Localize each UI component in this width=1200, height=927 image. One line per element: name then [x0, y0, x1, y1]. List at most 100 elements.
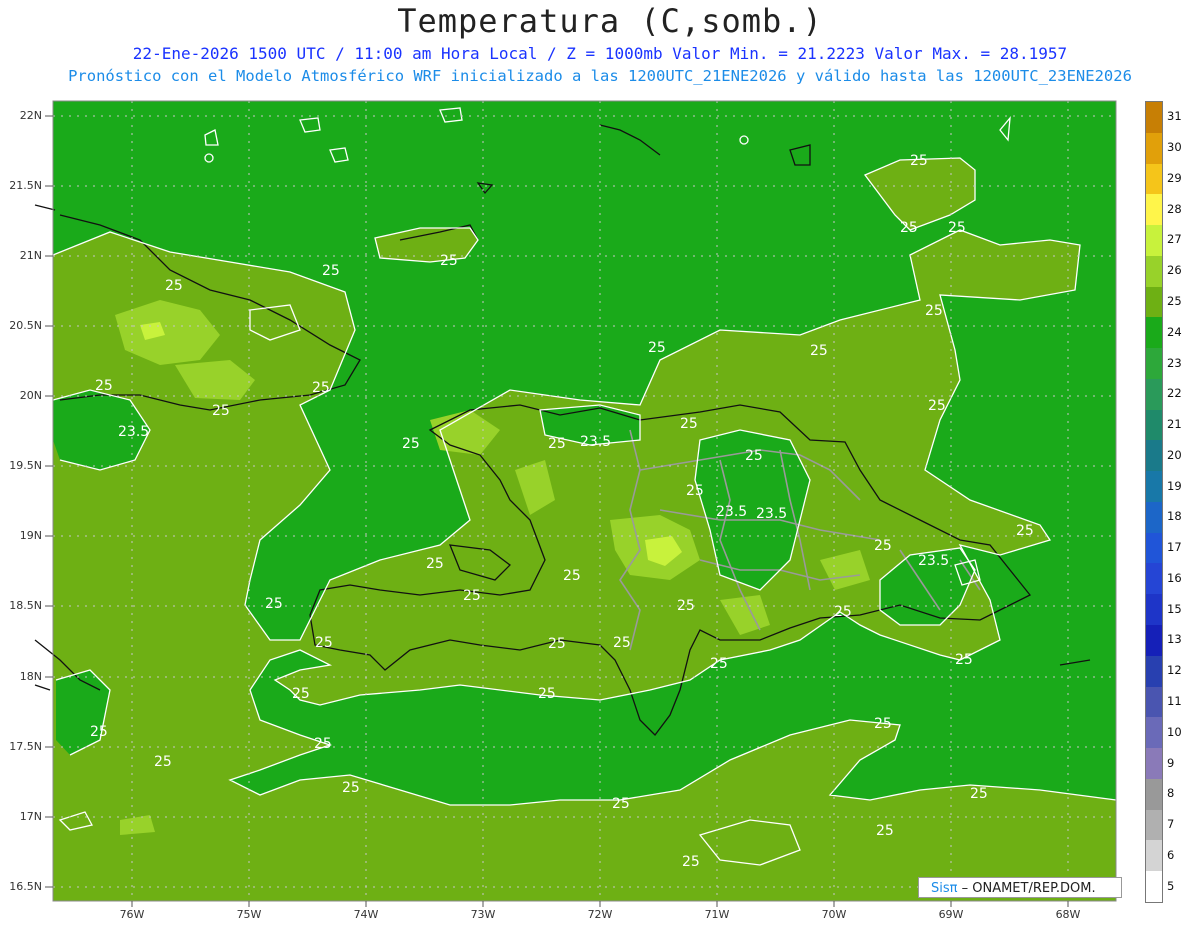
legend-swatch — [1146, 871, 1162, 902]
legend-label: 9 — [1167, 755, 1175, 770]
contour-label: 25 — [154, 754, 172, 770]
lat-label: 18.5N — [9, 599, 42, 612]
legend-label: 13 — [1167, 632, 1182, 647]
lat-label: 17N — [19, 810, 42, 823]
credit-box: Sisπ – ONAMET/REP.DOM. — [918, 877, 1122, 898]
contour-label: 25 — [548, 636, 566, 652]
sis-logo-text: Sisπ — [931, 881, 958, 896]
legend-label: 22 — [1167, 386, 1182, 401]
legend-swatch — [1146, 809, 1162, 841]
legend-swatch — [1146, 501, 1162, 533]
contour-label: 25 — [948, 220, 966, 236]
legend-swatch — [1146, 840, 1162, 872]
legend-label: 12 — [1167, 663, 1182, 678]
contour-label: 25 — [292, 686, 310, 702]
contour-label: 25 — [315, 635, 333, 651]
contour-label: 25 — [426, 556, 444, 572]
contour-label: 23.5 — [756, 506, 787, 522]
contour-label: 25 — [212, 403, 230, 419]
legend-label: 21 — [1167, 417, 1182, 432]
legend-swatch — [1146, 225, 1162, 256]
contour-label: 23.5 — [716, 504, 747, 520]
contour-label: 25 — [90, 724, 108, 740]
contour-label: 25 — [680, 416, 698, 432]
legend-label: 19 — [1167, 478, 1182, 493]
legend-swatch — [1146, 778, 1162, 810]
contour-label: 25 — [314, 736, 332, 752]
legend-swatch — [1146, 163, 1162, 195]
model-info-line: Pronóstico con el Modelo Atmosférico WRF… — [68, 67, 1132, 85]
contour-label: 25 — [463, 588, 481, 604]
contour-label: 25 — [548, 436, 566, 452]
legend-label: 15 — [1167, 601, 1182, 616]
legend-label: 8 — [1167, 786, 1175, 801]
contour-label: 25 — [312, 380, 330, 396]
contour-label: 25 — [970, 786, 988, 802]
legend-label: 16 — [1167, 570, 1182, 585]
contour-label: 25 — [538, 686, 556, 702]
lat-label: 18N — [19, 670, 42, 683]
lon-label: 73W — [470, 908, 496, 921]
map-title: Temperatura (C,somb.) — [397, 2, 823, 40]
legend-swatch — [1146, 532, 1162, 564]
contour-label: 25 — [925, 303, 943, 319]
legend-label: 11 — [1167, 694, 1182, 708]
contour-label: 25 — [710, 656, 728, 672]
legend-label: 5 — [1167, 878, 1175, 893]
legend-swatch — [1146, 378, 1162, 410]
legend-label: 26 — [1167, 263, 1182, 278]
legend-swatch — [1146, 132, 1162, 164]
legend-label: 23 — [1167, 355, 1182, 370]
contour-label: 25 — [686, 483, 704, 499]
legend-label: 10 — [1167, 724, 1182, 739]
legend-swatch — [1146, 409, 1162, 441]
legend-swatch — [1146, 348, 1162, 379]
lon-label: 74W — [353, 908, 379, 921]
lat-label: 22N — [19, 109, 42, 122]
legend-swatch — [1146, 102, 1162, 133]
legend-label: 7 — [1167, 817, 1175, 832]
legend-swatch — [1146, 686, 1162, 718]
lat-label: 17.5N — [9, 740, 42, 753]
contour-label: 23.5 — [118, 424, 149, 440]
legend-label: 24 — [1167, 324, 1182, 339]
legend-swatch — [1146, 717, 1162, 749]
contour-label: 25 — [874, 716, 892, 732]
contour-label: 25 — [648, 340, 666, 356]
legend-label: 31 — [1167, 109, 1182, 124]
contour-label: 25 — [900, 220, 918, 236]
color-legend — [1145, 101, 1163, 903]
legend-swatch — [1146, 286, 1162, 318]
contour-label: 25 — [613, 635, 631, 651]
legend-label: 28 — [1167, 201, 1182, 216]
legend-label: 30 — [1167, 140, 1182, 155]
lon-label: 76W — [119, 908, 145, 921]
contour-label: 25 — [440, 253, 458, 269]
legend-swatch — [1146, 748, 1162, 779]
legend-swatch — [1146, 563, 1162, 595]
lat-label: 16.5N — [9, 880, 42, 893]
legend-label: 17 — [1167, 540, 1182, 555]
lat-label: 20.5N — [9, 319, 42, 332]
contour-label: 25 — [1016, 523, 1034, 539]
legend-label: 25 — [1167, 294, 1182, 308]
contour-label: 25 — [928, 398, 946, 414]
contour-label: 25 — [810, 343, 828, 359]
contour-label: 25 — [874, 538, 892, 554]
contour-label: 25 — [745, 448, 763, 464]
legend-swatch — [1146, 255, 1162, 287]
contour-label: 25 — [342, 780, 360, 796]
legend-label: 18 — [1167, 509, 1182, 524]
contour-label: 25 — [677, 598, 695, 614]
contour-label: 25 — [322, 263, 340, 279]
credit-text: – ONAMET/REP.DOM. — [957, 881, 1096, 896]
lat-label: 20N — [19, 389, 42, 402]
contour-label: 25 — [612, 796, 630, 812]
legend-label: 29 — [1167, 170, 1182, 185]
contour-label: 25 — [563, 568, 581, 584]
lat-label: 19N — [19, 529, 42, 542]
lon-label: 68W — [1055, 908, 1081, 921]
legend-swatch — [1146, 471, 1162, 502]
lat-label: 21.5N — [9, 179, 42, 192]
legend-swatch — [1146, 625, 1162, 656]
